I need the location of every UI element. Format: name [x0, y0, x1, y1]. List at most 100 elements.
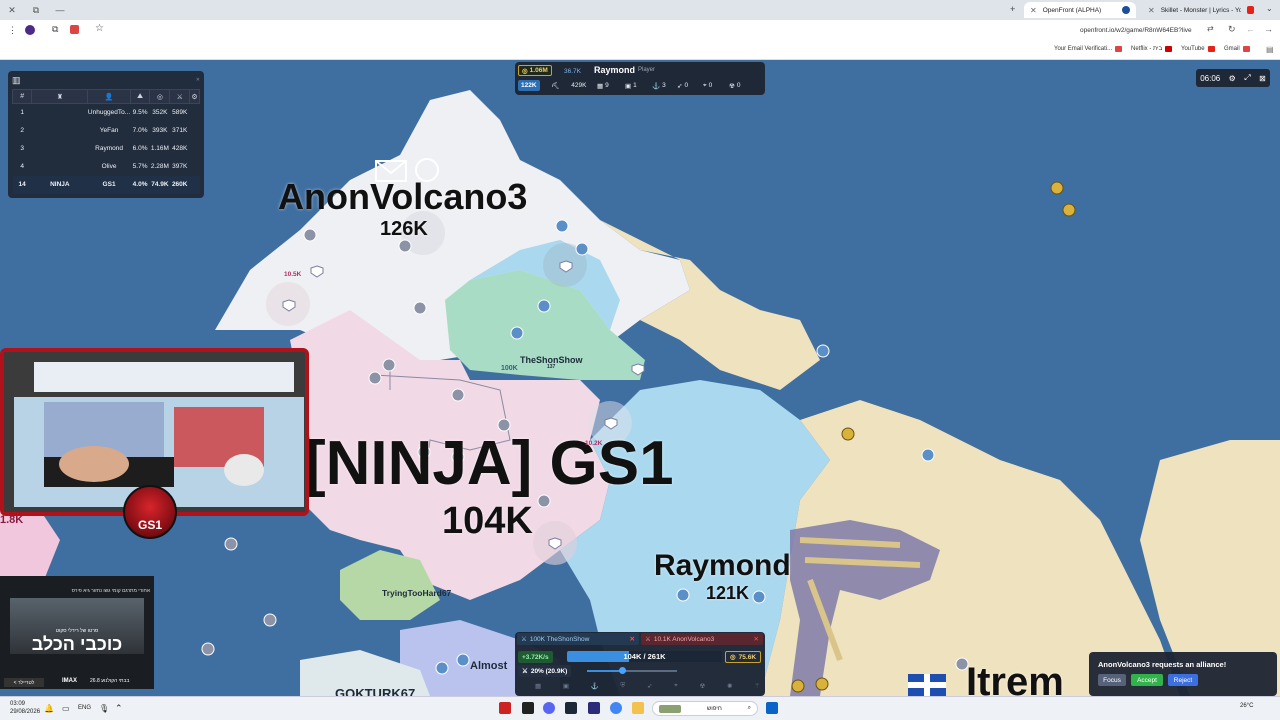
forward-icon[interactable]: ← [1246, 24, 1255, 34]
leaderboard-row[interactable]: 14 NINJA GS1 4.0% 74.9K 260K [12, 175, 200, 194]
hydrogen-build-icon[interactable]: ✺ [727, 682, 732, 692]
tab-search-icon[interactable]: ⌄ [1266, 4, 1273, 13]
steam-icon[interactable] [565, 702, 577, 714]
bookmark-youtube[interactable]: YouTube [1181, 46, 1215, 52]
leaderboard-row[interactable]: 2 YeFan 7.0% 393K 371K [13, 122, 200, 140]
menu-icon[interactable]: ⋮ [8, 25, 17, 36]
gold-mine-icon[interactable] [815, 677, 829, 691]
leaderboard-row[interactable]: 4 Olive 5.7% 2.28M 397K [13, 158, 200, 176]
city-icon[interactable] [303, 228, 317, 242]
bookmark-star-icon[interactable]: ☆ [95, 23, 104, 34]
nuke-build-icon[interactable]: ☢ [699, 682, 705, 692]
city-icon[interactable] [368, 371, 382, 385]
close-tab-icon[interactable]: ✕ [1030, 6, 1037, 15]
col-clan-header[interactable]: ♜ [31, 89, 89, 104]
city-build-icon[interactable]: ▦ [535, 682, 541, 692]
settings-icon[interactable]: ⚙ [189, 89, 200, 104]
ad-trailer-button[interactable]: < לטריילר [4, 678, 44, 687]
sam-build-icon[interactable]: ⌖ [674, 682, 678, 692]
url-text[interactable]: openfront.io/w2/game/R8nW64EB?live [1080, 27, 1192, 34]
warship-build-icon[interactable]: ⚓ [591, 682, 599, 692]
tray-expand-icon[interactable]: ⌃ [115, 703, 123, 714]
gold-mine-icon[interactable] [791, 679, 805, 693]
port-build-icon[interactable]: ▣ [563, 682, 569, 692]
restore-window-icon[interactable]: ⧉ [24, 5, 48, 16]
game-map[interactable]: AnonVolcano3 126K [NINJA] GS1 104K Raymo… [0, 60, 1280, 696]
col-gold-header[interactable]: ◎ [149, 89, 171, 104]
city-icon[interactable] [263, 613, 277, 627]
minimize-window-icon[interactable]: — [48, 5, 72, 15]
taskbar-search[interactable]: חיפוש ⌕ [652, 701, 758, 716]
defense-build-icon[interactable]: ⛨ [620, 682, 625, 692]
file-explorer-icon[interactable] [632, 702, 644, 714]
port-icon[interactable] [456, 653, 470, 667]
close-window-icon[interactable]: ✕ [0, 5, 24, 16]
port-icon[interactable] [537, 299, 551, 313]
port-icon[interactable] [921, 448, 935, 462]
city-icon[interactable] [398, 239, 412, 253]
col-territory-header[interactable]: ⛰ [129, 89, 151, 104]
weather-widget[interactable]: 26°C [1240, 703, 1253, 709]
premiere-icon[interactable] [588, 702, 600, 714]
tab-youtube[interactable]: ✕ Skillet - Monster | Lyrics - YouT [1142, 2, 1260, 18]
leaderboard-hide-icon[interactable]: ✕ [196, 77, 200, 83]
sams-stat[interactable]: ⌖ 0 [703, 80, 712, 91]
reload-icon[interactable]: ↻ [1228, 24, 1236, 35]
microphone-icon[interactable]: 🎙 [99, 704, 109, 713]
bookmark-netflix[interactable]: Netflix - בית [1131, 46, 1173, 52]
terminal-icon[interactable] [522, 702, 534, 714]
gold-mine-icon[interactable] [1062, 203, 1076, 217]
nukes-stat[interactable]: ☢ 0 [729, 80, 740, 91]
attack-ratio-slider[interactable] [587, 667, 677, 674]
port-icon[interactable] [510, 326, 524, 340]
cities-stat[interactable]: ▦ 9 [597, 80, 609, 91]
notification-icon[interactable]: 🔔 [44, 704, 54, 713]
port-icon[interactable] [816, 344, 830, 358]
incoming-attack-row[interactable]: ⚔ 10.1K AnonVolcano3 ✕ [641, 633, 763, 645]
close-tab-icon[interactable]: ✕ [1148, 6, 1155, 15]
city-icon[interactable] [413, 301, 427, 315]
reject-button[interactable]: Reject [1168, 674, 1198, 686]
language-indicator[interactable]: ENG [78, 705, 91, 711]
mirv-build-icon[interactable]: ⚚ [754, 682, 760, 692]
all-bookmarks-icon[interactable]: ▤ [1266, 45, 1274, 54]
leaderboard-row[interactable]: 1 UnhuggedTo... 9.5% 352K 589K [13, 104, 200, 122]
gold-mine-icon[interactable] [841, 427, 855, 441]
outgoing-attack-row[interactable]: ⚔ 100K TheShonShow ✕ [517, 633, 639, 645]
discord-icon[interactable] [543, 702, 555, 714]
city-icon[interactable] [224, 537, 238, 551]
port-icon[interactable] [435, 661, 449, 675]
back-icon[interactable]: → [1264, 24, 1273, 34]
col-name-header[interactable]: 👤 [87, 89, 131, 104]
col-troops-header[interactable]: ⚔ [169, 89, 191, 104]
port-icon[interactable] [676, 588, 690, 602]
display-icon[interactable]: ▭ [62, 704, 70, 713]
col-rank-header[interactable]: # [11, 89, 33, 104]
extensions-icon[interactable]: ⧉ [52, 24, 58, 35]
port-icon[interactable] [555, 219, 569, 233]
bookmark-email[interactable]: Your Email Verificati... [1054, 46, 1123, 52]
chrome-icon[interactable] [610, 702, 622, 714]
gold-mine-icon[interactable] [1050, 181, 1064, 195]
clock[interactable]: 03:09 29/08/2026 [10, 700, 40, 716]
city-icon[interactable] [451, 388, 465, 402]
accept-button[interactable]: Accept [1131, 674, 1163, 686]
leaderboard-row[interactable]: 3 Raymond 6.0% 1.16M 428K [13, 140, 200, 158]
ports-stat[interactable]: ▣ 1 [625, 80, 637, 91]
warships-stat[interactable]: ⚓ 3 [652, 80, 666, 91]
new-tab-icon[interactable]: + [1010, 4, 1015, 14]
profile-avatar[interactable] [25, 25, 35, 35]
missile-build-icon[interactable]: ➶ [647, 682, 652, 692]
cancel-attack-icon[interactable]: ✕ [630, 635, 635, 643]
bookmark-gmail[interactable]: Gmail [1224, 46, 1250, 52]
gmail-extension-icon[interactable] [70, 25, 79, 34]
city-icon[interactable] [382, 358, 396, 372]
translate-icon[interactable]: ⇄ [1207, 24, 1214, 33]
movie-ad-overlay[interactable]: אחורי מתרגם קומי גשו נחזור גיא פירס סרטו… [0, 576, 154, 689]
start-icon[interactable] [766, 702, 778, 714]
fullscreen-icon[interactable]: ⤢ [1244, 73, 1250, 83]
app-icon[interactable] [499, 702, 511, 714]
settings-icon[interactable]: ⚙ [1229, 74, 1236, 83]
exit-icon[interactable]: ⊠ [1259, 74, 1266, 83]
tab-openfront[interactable]: ✕ OpenFront (ALPHA) [1024, 2, 1136, 18]
